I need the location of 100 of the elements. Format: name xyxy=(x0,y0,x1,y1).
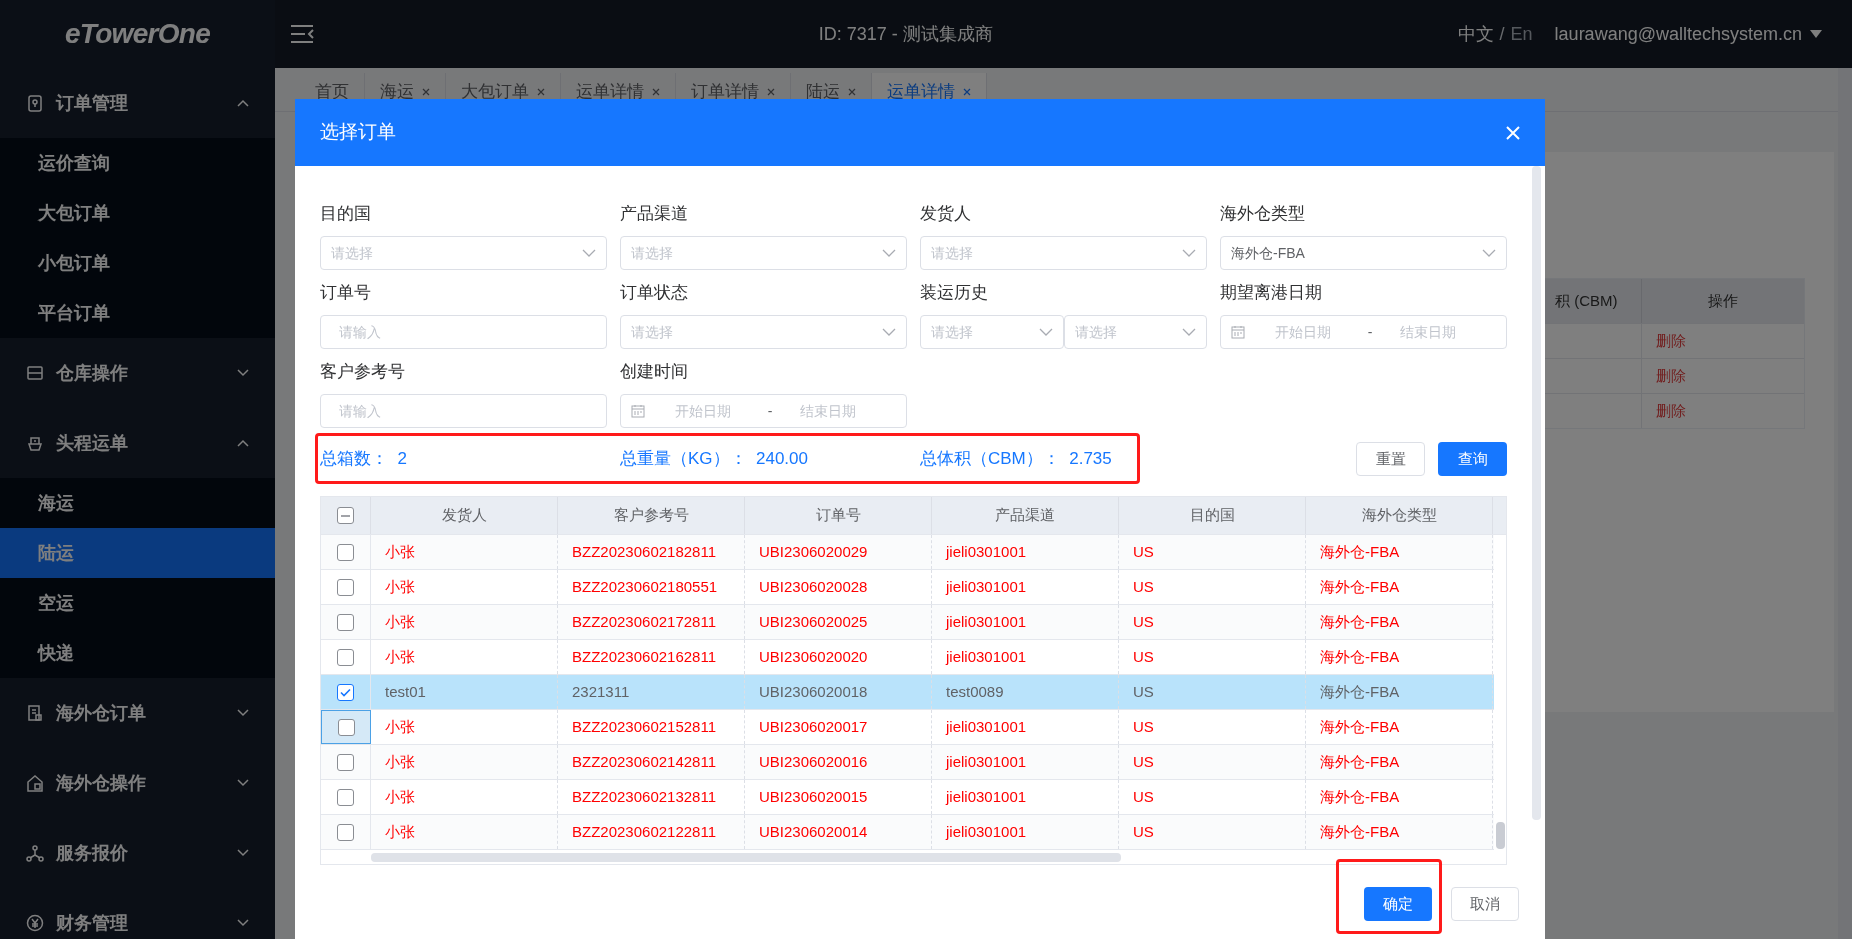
table-row[interactable]: test01 2321311 UBI2306020018 test0089 US 海外仓-FBA xyxy=(321,675,1494,710)
column-header: 积 (CBM) xyxy=(1555,290,1618,311)
delete-link[interactable]: 删除 xyxy=(1656,364,1686,388)
secondary-button[interactable]: 取消 xyxy=(1451,887,1519,921)
sidebar-group[interactable]: 海外仓操作 xyxy=(0,748,275,818)
sidebar-item[interactable]: 平台订单 xyxy=(0,288,275,338)
sidebar-group[interactable]: 订单管理 xyxy=(0,68,275,138)
checkbox[interactable] xyxy=(337,823,354,841)
close-icon[interactable] xyxy=(767,88,775,96)
table-cell: 2321311 xyxy=(558,675,745,709)
group-label: 头程运单 xyxy=(56,431,129,455)
table-cell: BZZ20230602152811 xyxy=(558,710,745,744)
close-icon[interactable] xyxy=(422,88,430,96)
field-label: 产品渠道 xyxy=(620,203,689,225)
checkbox[interactable] xyxy=(337,788,354,806)
table-row[interactable]: 小张 BZZ20230602172811 UBI2306020025 jieli0301001 US 海外仓-FBA xyxy=(321,605,1494,640)
start-date-placeholder: 开始日期 xyxy=(1273,322,1332,342)
checkbox[interactable] xyxy=(337,753,354,771)
table-cell: test0089 xyxy=(932,675,1119,709)
sidebar-item[interactable]: 运价查询 xyxy=(0,138,275,188)
table-row[interactable]: 小张 BZZ20230602142811 UBI2306020016 jieli0301001 US 海外仓-FBA xyxy=(321,745,1494,780)
table-cell: 小张 xyxy=(371,570,558,604)
table-cell: 小张 xyxy=(371,780,558,814)
language-option[interactable]: 中文 xyxy=(1457,20,1494,48)
date-range-field[interactable]: 开始日期 - 结束日期 xyxy=(1220,315,1507,349)
summary-total: 总体积（CBM）： 2.735 xyxy=(920,449,1112,469)
delete-link[interactable]: 删除 xyxy=(1656,329,1686,353)
table-cell: 海外仓-FBA xyxy=(1306,570,1493,604)
vertical-scrollbar[interactable] xyxy=(1496,822,1505,849)
table-row[interactable]: 小张 BZZ20230602182811 UBI2306020029 jieli0301001 US 海外仓-FBA xyxy=(321,535,1494,570)
lock-icon xyxy=(26,94,44,112)
checkbox[interactable] xyxy=(337,648,354,666)
sidebar-group[interactable]: 服务报价 xyxy=(0,818,275,888)
field-label: 客户参考号 xyxy=(320,361,406,383)
input-field[interactable]: 请输入 xyxy=(320,315,607,349)
table-cell: UBI2306020028 xyxy=(745,570,932,604)
select-field[interactable]: 海外仓-FBA xyxy=(1220,236,1507,270)
ship-icon xyxy=(26,434,44,452)
sidebar-item[interactable]: 快递 xyxy=(0,628,275,678)
table-row[interactable]: 小张 BZZ20230602180551 UBI2306020028 jieli0301001 US 海外仓-FBA xyxy=(321,570,1494,605)
check-icon xyxy=(340,687,351,697)
sidebar-group[interactable]: 海外仓订单 xyxy=(0,678,275,748)
close-icon[interactable] xyxy=(963,88,971,96)
caret-icon[interactable] xyxy=(1810,30,1822,38)
table-cell: UBI2306020014 xyxy=(745,815,932,849)
sidebar-item[interactable]: 小包订单 xyxy=(0,238,275,288)
table-cell: 小张 xyxy=(371,815,558,849)
dialog-scrollbar[interactable] xyxy=(1532,166,1541,820)
checkbox[interactable] xyxy=(337,718,355,736)
table-cell: jieli0301001 xyxy=(932,780,1119,814)
date-range-field[interactable]: 开始日期 - 结束日期 xyxy=(620,394,907,428)
table-cell: 海外仓-FBA xyxy=(1306,605,1493,639)
sidebar-item[interactable]: 大包订单 xyxy=(0,188,275,238)
sidebar-item[interactable]: 陆运 xyxy=(0,528,275,578)
dialog-title: 选择订单 xyxy=(320,120,397,145)
table-row[interactable]: 小张 BZZ20230602122811 UBI2306020014 jieli0301001 US 海外仓-FBA xyxy=(321,815,1494,850)
range-separator: - xyxy=(766,401,774,421)
primary-button[interactable]: 查询 xyxy=(1438,442,1507,476)
sidebar-item[interactable]: 空运 xyxy=(0,578,275,628)
user-email[interactable]: laurawang@walltechsystem.cn xyxy=(1554,20,1802,48)
table-row[interactable]: 小张 BZZ20230602162811 UBI2306020020 jieli0301001 US 海外仓-FBA xyxy=(321,640,1494,675)
checkbox[interactable] xyxy=(337,543,354,561)
checkbox[interactable] xyxy=(337,578,354,596)
sidebar-group[interactable]: 财务管理 xyxy=(0,888,275,939)
secondary-button[interactable]: 重置 xyxy=(1356,442,1425,476)
table-cell: test01 xyxy=(371,675,558,709)
group-label: 服务报价 xyxy=(56,841,129,865)
table-cell: US xyxy=(1119,535,1306,569)
page-scrollbar[interactable] xyxy=(1838,68,1852,939)
delete-link[interactable]: 删除 xyxy=(1656,399,1686,423)
input-field[interactable]: 请输入 xyxy=(320,394,607,428)
horizontal-scrollbar[interactable] xyxy=(371,852,1121,862)
table-row[interactable]: 小张 BZZ20230602132811 UBI2306020015 jieli0301001 US 海外仓-FBA xyxy=(321,780,1494,815)
column-header: 产品渠道 xyxy=(932,497,1119,534)
summary-total: 总重量（KG）： 240.00 xyxy=(620,449,808,469)
summary-total: 总箱数： 2 xyxy=(320,449,407,469)
chevron-icon xyxy=(1182,328,1196,336)
sidebar-group[interactable]: 仓库操作 xyxy=(0,338,275,408)
primary-button[interactable]: 确定 xyxy=(1364,887,1432,921)
table-cell: 小张 xyxy=(371,535,558,569)
column-header: 操作 xyxy=(1708,290,1738,311)
sidebar-item[interactable]: 海运 xyxy=(0,478,275,528)
sidebar-group[interactable]: 头程运单 xyxy=(0,408,275,478)
calendar-icon xyxy=(631,404,645,418)
checkbox[interactable] xyxy=(337,507,354,524)
table-cell: US xyxy=(1119,570,1306,604)
language-option[interactable]: En xyxy=(1510,20,1533,48)
table-cell: 小张 xyxy=(371,745,558,779)
close-icon[interactable] xyxy=(652,88,660,96)
field-label: 订单号 xyxy=(320,282,372,304)
checkbox[interactable] xyxy=(337,613,354,631)
close-icon[interactable] xyxy=(848,88,856,96)
close-icon[interactable] xyxy=(537,88,545,96)
table-cell: jieli0301001 xyxy=(932,815,1119,849)
checkbox[interactable] xyxy=(337,683,354,701)
house-icon xyxy=(26,774,44,792)
table-cell: UBI2306020018 xyxy=(745,675,932,709)
menu-icon[interactable] xyxy=(290,24,314,44)
field-label: 期望离港日期 xyxy=(1220,282,1323,304)
table-row[interactable]: 小张 BZZ20230602152811 UBI2306020017 jieli0301001 US 海外仓-FBA xyxy=(321,710,1494,745)
